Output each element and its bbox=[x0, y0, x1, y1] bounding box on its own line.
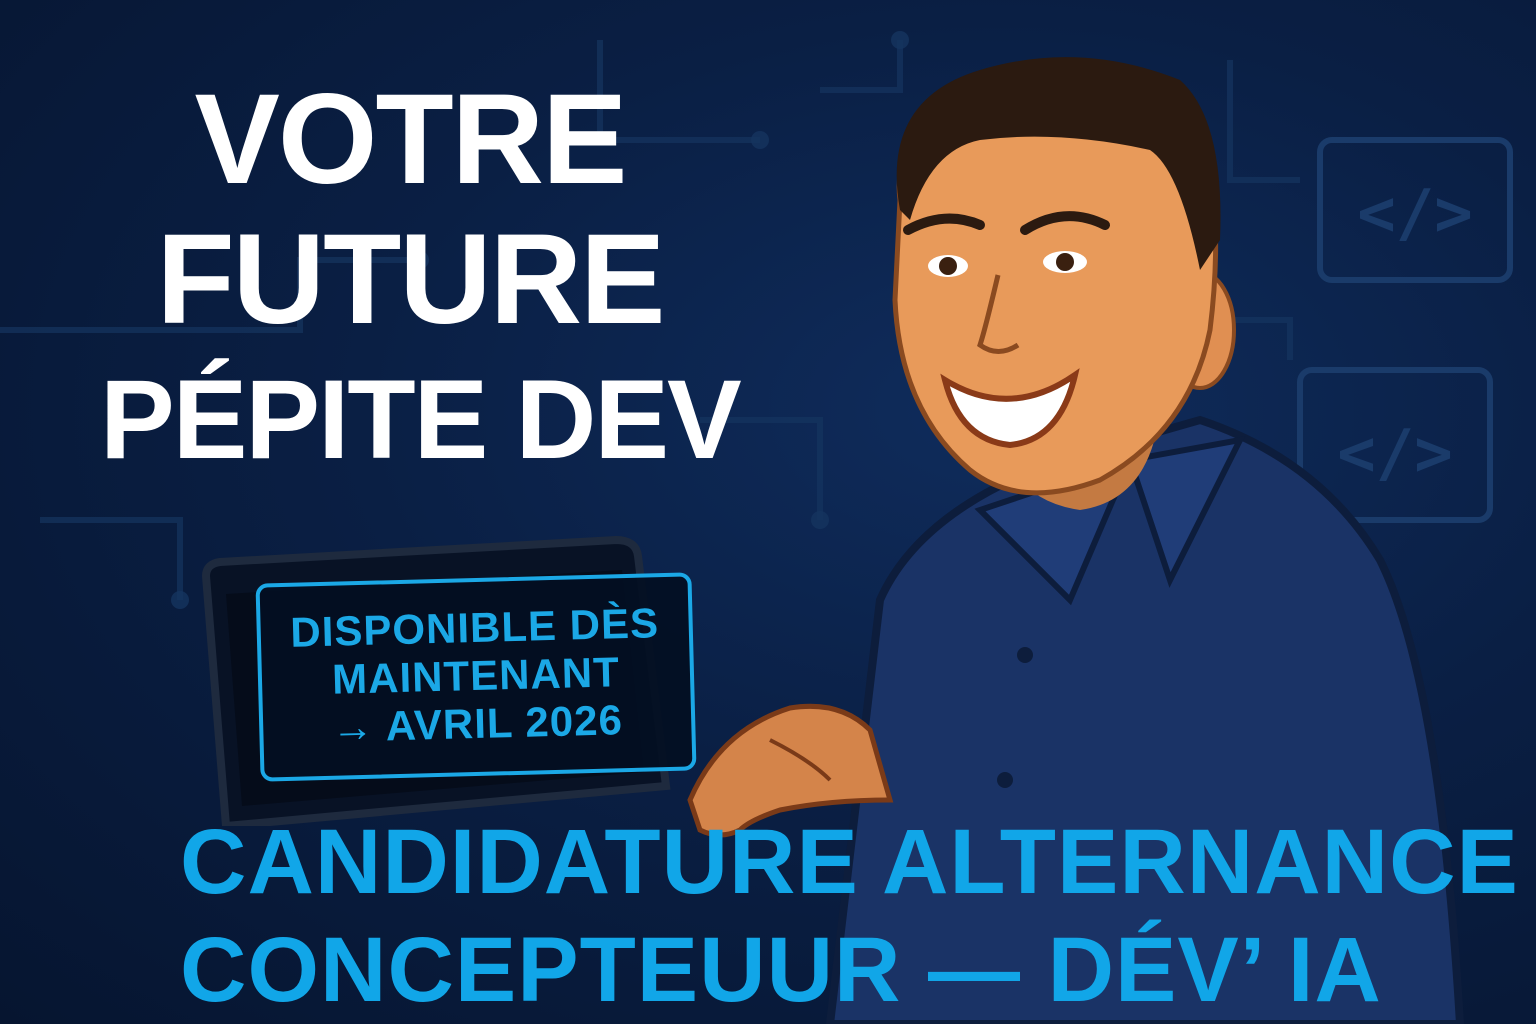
bottom-title-line-1: CANDIDATURE ALTERNANCE bbox=[180, 811, 1519, 913]
bottom-title: CANDIDATURE ALTERNANCE CONCEPTEUUR — DÉV… bbox=[180, 808, 1519, 1024]
headline-line-1: VOTRE bbox=[194, 68, 628, 211]
headline: VOTRE FUTURE PÉPITE DEV bbox=[100, 68, 742, 490]
bottom-title-line-2: CONCEPTEUUR — DÉV’ IA bbox=[180, 919, 1382, 1021]
headline-line-3: PÉPITE DEV bbox=[100, 357, 742, 482]
availability-badge: DISPONIBLE DÈS MAINTENANT → AVRIL 2026 bbox=[255, 572, 697, 782]
badge-line-3: → AVRIL 2026 bbox=[330, 696, 624, 751]
headline-line-2: FUTURE bbox=[156, 208, 665, 351]
